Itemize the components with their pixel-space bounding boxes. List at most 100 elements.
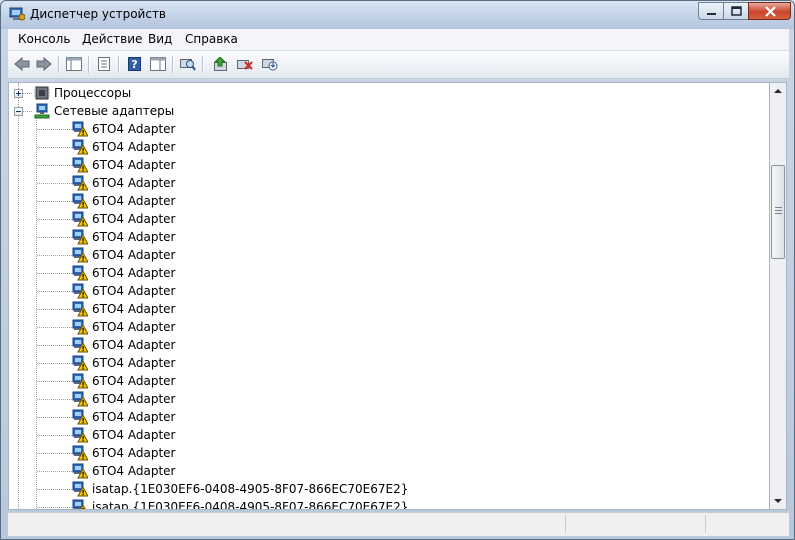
- minimize-icon: [707, 13, 716, 15]
- back-icon: [14, 57, 30, 71]
- tree-device[interactable]: 6TO4 Adapter: [9, 192, 769, 210]
- tree-device[interactable]: 6TO4 Adapter: [9, 408, 769, 426]
- tree-device[interactable]: 6TO4 Adapter: [9, 228, 769, 246]
- toolbar-separator: [58, 56, 60, 73]
- adapter-warning-icon: [72, 175, 89, 191]
- console-tree-icon: [66, 57, 82, 71]
- tree-item-label: 6TO4 Adapter: [92, 356, 176, 370]
- tree-item-label: 6TO4 Adapter: [92, 266, 176, 280]
- tree-device[interactable]: 6TO4 Adapter: [9, 156, 769, 174]
- scroll-up-button[interactable]: [770, 83, 786, 100]
- adapter-warning-icon: [72, 211, 89, 227]
- help-button[interactable]: ?: [125, 55, 145, 74]
- uninstall-icon: [237, 60, 253, 70]
- tree-device[interactable]: 6TO4 Adapter: [9, 138, 769, 156]
- tree-device[interactable]: isatap.{1E030EF6-0408-4905-8F07-866EC70E…: [9, 498, 769, 510]
- tree-item-label: isatap.{1E030EF6-0408-4905-8F07-866EC70E…: [92, 500, 409, 510]
- tree-item-label: 6TO4 Adapter: [92, 410, 176, 424]
- back-button[interactable]: [12, 55, 32, 74]
- adapter-warning-icon: [72, 391, 89, 407]
- tree-device[interactable]: 6TO4 Adapter: [9, 426, 769, 444]
- tree-device[interactable]: 6TO4 Adapter: [9, 210, 769, 228]
- tree-item-label: 6TO4 Adapter: [92, 392, 176, 406]
- console-tree-button[interactable]: [64, 55, 84, 74]
- network-adapters-icon: [34, 103, 50, 119]
- menu-view[interactable]: Вид: [148, 32, 172, 46]
- forward-icon: [36, 57, 52, 71]
- tree-device[interactable]: 6TO4 Adapter: [9, 390, 769, 408]
- tree-category[interactable]: Процессоры: [9, 84, 769, 102]
- expand-toggle[interactable]: [14, 89, 23, 98]
- disable-icon: [262, 59, 278, 71]
- uninstall-button[interactable]: [235, 55, 255, 74]
- tree-device[interactable]: 6TO4 Adapter: [9, 282, 769, 300]
- device-manager-window: Диспетчер устройств Консоль Действие Вид…: [0, 0, 795, 540]
- help-icon: ?: [128, 57, 141, 71]
- adapter-warning-icon: [72, 409, 89, 425]
- tree-device[interactable]: 6TO4 Adapter: [9, 336, 769, 354]
- tree-device[interactable]: 6TO4 Adapter: [9, 246, 769, 264]
- adapter-warning-icon: [72, 283, 89, 299]
- view-icon: [150, 57, 166, 71]
- collapse-toggle[interactable]: [14, 107, 23, 116]
- adapter-warning-icon: [72, 193, 89, 209]
- tree-device[interactable]: 6TO4 Adapter: [9, 264, 769, 282]
- toolbar-separator: [202, 56, 204, 73]
- view-button[interactable]: [148, 55, 168, 74]
- tree-device[interactable]: 6TO4 Adapter: [9, 354, 769, 372]
- processor-icon: [34, 85, 50, 101]
- vertical-scrollbar[interactable]: [770, 82, 787, 510]
- device-manager-icon: [9, 7, 25, 21]
- tree-device[interactable]: 6TO4 Adapter: [9, 462, 769, 480]
- adapter-warning-icon: [72, 499, 88, 509]
- tree-device[interactable]: 6TO4 Adapter: [9, 120, 769, 138]
- tree-device[interactable]: 6TO4 Adapter: [9, 372, 769, 390]
- tree-device[interactable]: 6TO4 Adapter: [9, 318, 769, 336]
- close-button[interactable]: [748, 2, 791, 20]
- menu-action[interactable]: Действие: [82, 32, 142, 46]
- tree-item-label: 6TO4 Adapter: [92, 374, 176, 388]
- tree-item-label: 6TO4 Adapter: [92, 122, 176, 136]
- properties-button[interactable]: [94, 55, 114, 74]
- tree-item-label: 6TO4 Adapter: [92, 446, 176, 460]
- status-bar: [8, 512, 789, 536]
- tree-device[interactable]: isatap.{1E030EF6-0408-4905-8F07-866EC70E…: [9, 480, 769, 498]
- menu-bar: Консоль Действие Вид Справка: [8, 29, 789, 51]
- adapter-warning-icon: [72, 427, 89, 443]
- tree-device[interactable]: 6TO4 Adapter: [9, 444, 769, 462]
- adapter-warning-icon: [72, 139, 89, 155]
- arrow-down-icon: [774, 499, 782, 503]
- maximize-icon: [731, 6, 742, 16]
- adapter-warning-icon: [72, 157, 89, 173]
- update-driver-button[interactable]: [211, 55, 231, 74]
- tree-category[interactable]: Сетевые адаптеры: [9, 102, 769, 120]
- maximize-button[interactable]: [723, 2, 749, 20]
- scroll-thumb[interactable]: [771, 165, 785, 259]
- adapter-warning-icon: [72, 265, 89, 281]
- minimize-button[interactable]: [698, 2, 724, 20]
- adapter-warning-icon: [72, 301, 89, 317]
- properties-icon: [98, 57, 110, 71]
- menu-console[interactable]: Консоль: [18, 32, 70, 46]
- tree-item-label: 6TO4 Adapter: [92, 284, 176, 298]
- device-tree[interactable]: Процессоры Сетевые адаптеры 6TO4 Adapter 6T…: [8, 82, 770, 510]
- svg-text:?: ?: [131, 58, 137, 71]
- tree-device[interactable]: 6TO4 Adapter: [9, 174, 769, 192]
- adapter-warning-icon: [72, 445, 89, 461]
- disable-button[interactable]: [260, 55, 280, 74]
- arrow-up-icon: [774, 89, 782, 93]
- scroll-down-button[interactable]: [770, 493, 786, 510]
- title-bar[interactable]: Диспетчер устройств: [1, 1, 794, 29]
- status-cell: [565, 515, 706, 533]
- tree-item-label: 6TO4 Adapter: [92, 194, 176, 208]
- toolbar-separator: [172, 56, 174, 73]
- scan-hardware-icon: [180, 59, 196, 71]
- tree-item-label: 6TO4 Adapter: [92, 140, 176, 154]
- tree-device[interactable]: 6TO4 Adapter: [9, 300, 769, 318]
- forward-button[interactable]: [34, 55, 54, 74]
- scan-hardware-button[interactable]: [178, 55, 198, 74]
- tree-item-label: 6TO4 Adapter: [92, 176, 176, 190]
- close-icon: [765, 6, 776, 17]
- tree-item-label: 6TO4 Adapter: [92, 338, 176, 352]
- menu-help[interactable]: Справка: [185, 32, 238, 46]
